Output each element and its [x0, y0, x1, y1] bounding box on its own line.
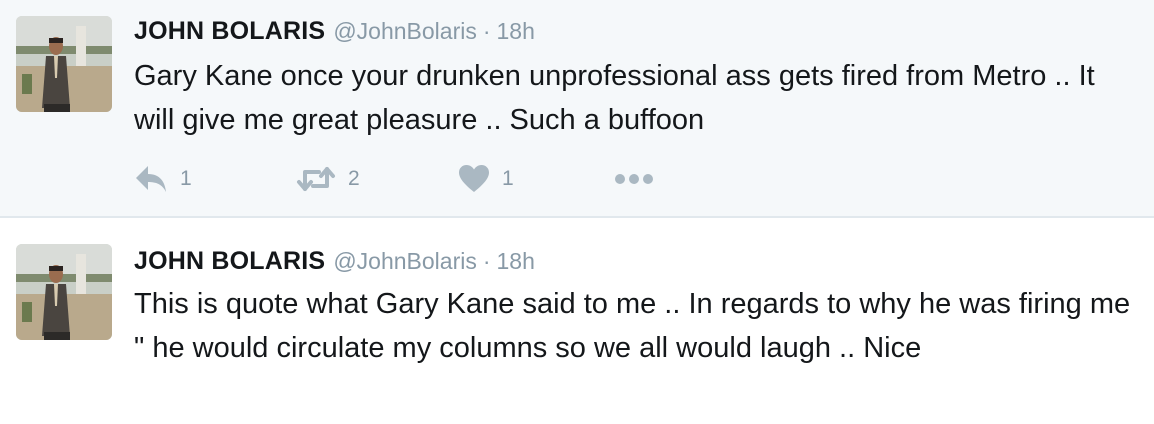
display-name[interactable]: JOHN BOLARIS	[134, 17, 325, 45]
retweet-icon	[296, 164, 336, 194]
tweet-card[interactable]: JOHN BOLARIS @JohnBolaris · 18h Gary Kane o…	[0, 0, 1154, 218]
like-button[interactable]: 1	[458, 162, 514, 196]
like-count: 1	[502, 167, 514, 190]
username-handle[interactable]: @JohnBolaris	[333, 18, 477, 44]
reply-button[interactable]: 1	[134, 162, 192, 196]
more-dots-icon	[614, 173, 654, 185]
timestamp[interactable]: 18h	[497, 18, 535, 44]
tweet-card[interactable]: JOHN BOLARIS @JohnBolaris · 18h This is quo…	[0, 218, 1154, 424]
display-name[interactable]: JOHN BOLARIS	[134, 247, 325, 275]
retweet-count: 2	[348, 167, 360, 190]
avatar[interactable]	[16, 16, 112, 112]
tweet-text: Gary Kane once your drunken unprofession…	[134, 60, 1095, 136]
heart-icon	[458, 164, 490, 194]
tweet-text: This is quote what Gary Kane said to me …	[134, 288, 1131, 364]
separator-dot: ·	[482, 248, 491, 274]
retweet-button[interactable]: 2	[296, 162, 360, 196]
avatar[interactable]	[16, 244, 112, 340]
action-bar: 1 2 1	[134, 162, 694, 196]
separator-dot: ·	[482, 18, 491, 44]
username-handle[interactable]: @JohnBolaris	[333, 248, 477, 274]
timestamp[interactable]: 18h	[497, 248, 535, 274]
reply-icon	[134, 164, 168, 194]
more-options-button[interactable]	[614, 162, 654, 196]
tweet-header: JOHN BOLARIS @JohnBolaris · 18h	[134, 17, 535, 46]
tweet-header: JOHN BOLARIS @JohnBolaris · 18h	[134, 247, 535, 276]
reply-count: 1	[180, 167, 192, 190]
